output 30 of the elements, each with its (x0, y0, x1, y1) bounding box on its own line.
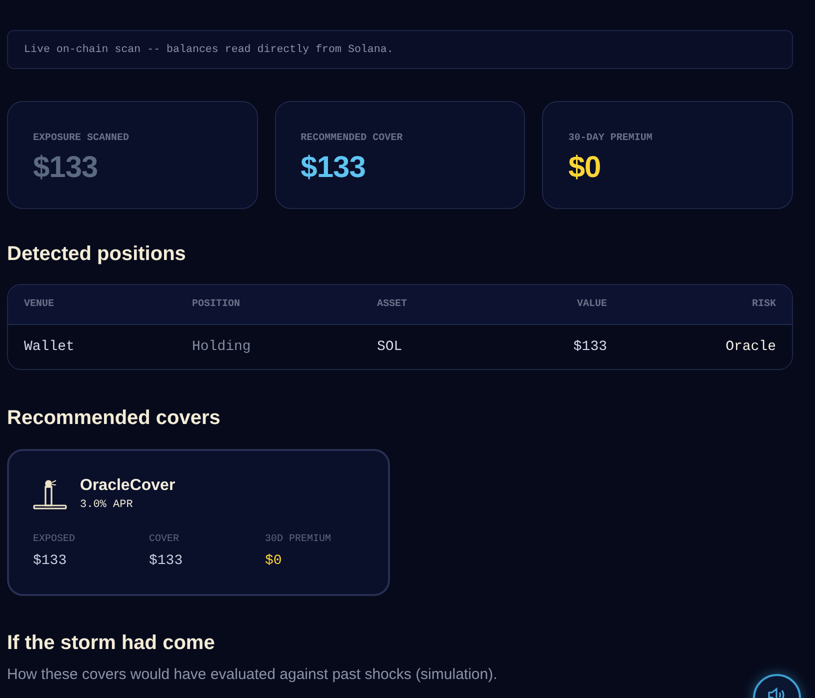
stat-value: $0 (568, 151, 601, 185)
table-cell: $133 (573, 339, 607, 355)
section-heading: Detected positions (7, 243, 186, 266)
column-header: VALUE (576, 299, 607, 310)
cover-stat-label: EXPOSED (33, 534, 76, 545)
table-cell: Holding (192, 339, 251, 355)
cover-stat-label: COVER (149, 534, 180, 545)
cover-stat-label: 30D PREMIUM (265, 534, 332, 545)
table-cell: Oracle (726, 339, 776, 355)
section-heading: Recommended covers (7, 407, 220, 430)
table-cell: Wallet (24, 339, 74, 355)
stat-label: 30-DAY PREMIUM (568, 133, 652, 144)
stat-label: EXPOSURE SCANNED (33, 133, 130, 144)
notice-text: Live on-chain scan -- balances read directly from Solana. (24, 44, 394, 56)
column-header: RISK (752, 299, 776, 310)
cover-name: OracleCover (80, 477, 176, 495)
section-heading: If the storm had come (7, 632, 215, 655)
section-description: How these covers would have evaluated against past shocks (simulation). (7, 666, 498, 683)
table-cell: SOL (377, 339, 402, 355)
column-header: VENUE (24, 299, 54, 310)
cover-stat-value: $133 (149, 553, 183, 569)
column-header: ASSET (377, 299, 408, 310)
column-header: POSITION (192, 299, 240, 310)
cover-stat-value: $133 (33, 553, 67, 569)
cover-rate: 3.0% APR (80, 499, 133, 511)
lighthouse-icon (33, 478, 67, 510)
stat-value: $133 (33, 151, 98, 185)
stat-value: $133 (300, 151, 366, 185)
stat-label: RECOMMENDED COVER (300, 133, 403, 144)
cover-stat-value: $0 (265, 553, 282, 569)
